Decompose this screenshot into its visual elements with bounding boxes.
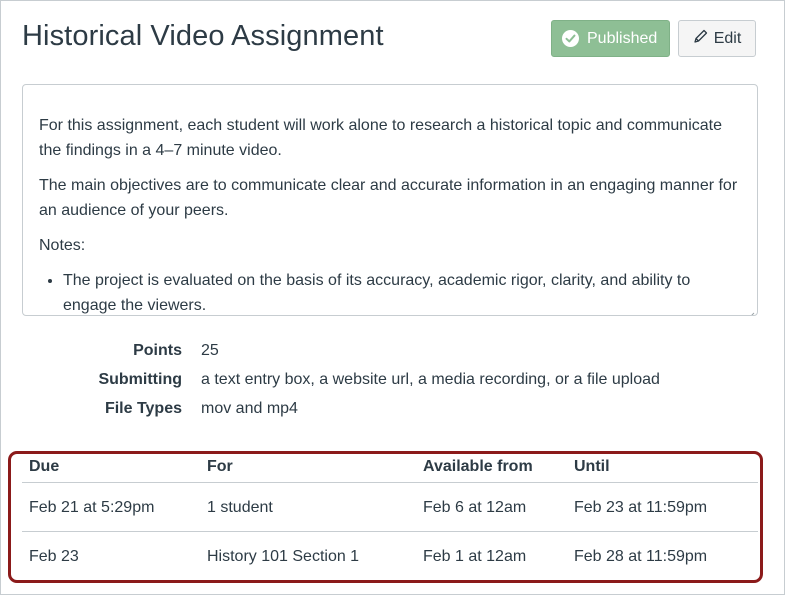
page-title: Historical Video Assignment (22, 20, 384, 52)
notes-list: The project is evaluated on the basis of… (39, 268, 741, 315)
table-cell: 1 student (207, 499, 273, 516)
notes-list-item: The project is evaluated on the basis of… (63, 268, 741, 315)
table-cell: Feb 6 at 12am (423, 499, 527, 516)
points-value: 25 (201, 342, 219, 359)
check-circle-icon (562, 30, 579, 47)
resize-grip-icon[interactable] (745, 303, 755, 315)
submitting-value: a text entry box, a website url, a media… (201, 371, 660, 388)
column-header-available-from: Available from (423, 458, 533, 475)
file-types-label: File Types (104, 400, 182, 417)
pencil-icon (693, 28, 709, 49)
table-cell: Feb 23 at 11:59pm (574, 499, 708, 516)
file-types-value: mov and mp4 (201, 400, 298, 417)
edit-button[interactable]: Edit (678, 20, 756, 57)
column-header-due: Due (29, 458, 60, 475)
table-cell: Feb 21 at 5:29pm (29, 499, 155, 516)
column-header-until: Until (574, 458, 610, 475)
submitting-label: Submitting (98, 371, 182, 388)
description-box[interactable]: For this assignment, each student will w… (22, 84, 758, 316)
description-paragraph: For this assignment, each student will w… (39, 117, 722, 159)
table-cell: History 101 Section 1 (207, 548, 360, 565)
detail-row-file-types: File Types mov and mp4 (0, 398, 787, 420)
table-cell: Feb 28 at 11:59pm (574, 548, 708, 565)
edit-label: Edit (713, 29, 742, 47)
detail-row-submitting: Submitting a text entry box, a website u… (0, 369, 787, 391)
points-label: Points (133, 342, 182, 359)
description-paragraph: The main objectives are to communicate c… (39, 177, 738, 219)
detail-row-points: Points 25 (0, 340, 787, 362)
description-paragraph: Notes: (39, 237, 86, 254)
column-header-for: For (207, 458, 233, 475)
dates-table: Due For Available from Until Feb 21 at 5… (0, 451, 787, 583)
table-cell: Feb 23 (29, 548, 79, 565)
published-label: Published (587, 29, 658, 47)
table-cell: Feb 1 at 12am (423, 548, 527, 565)
published-button[interactable]: Published (551, 20, 670, 57)
